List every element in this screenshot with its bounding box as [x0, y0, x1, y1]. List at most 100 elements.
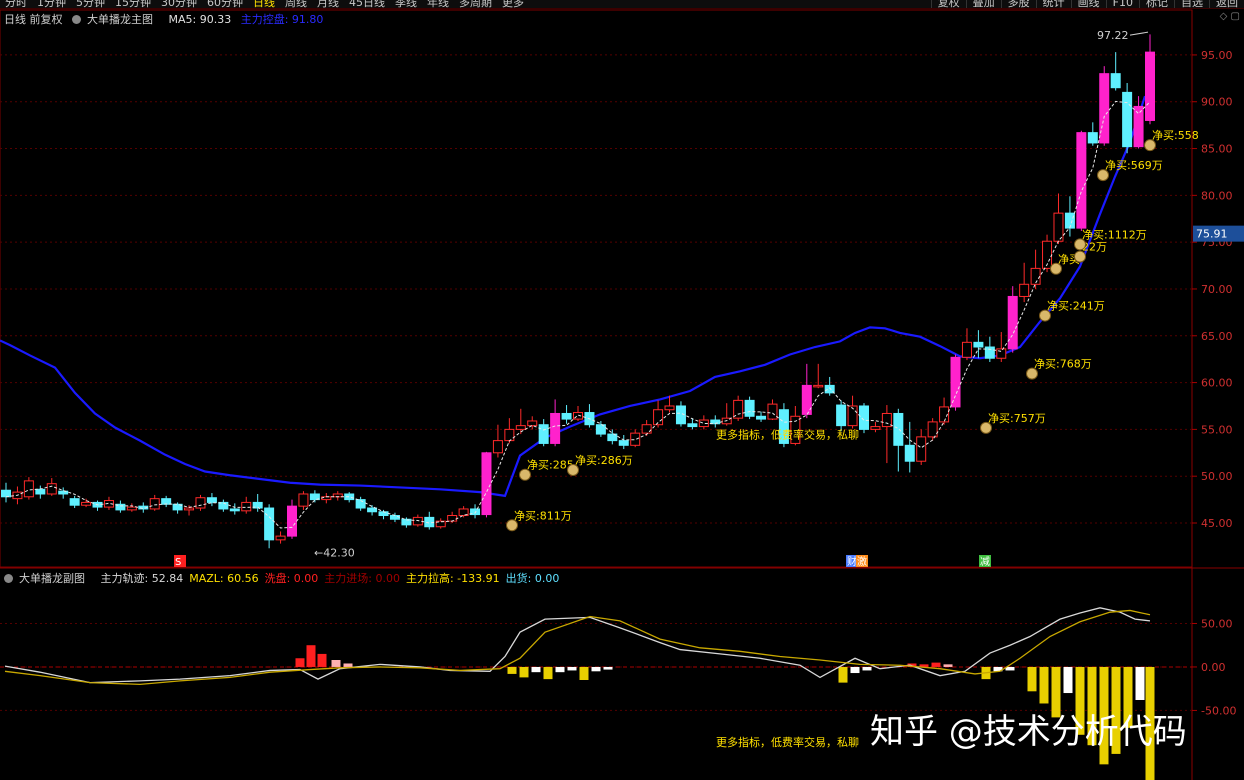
- candle-body: [195, 497, 206, 509]
- sub-histogram-bar: [343, 663, 353, 667]
- candle-body: [229, 508, 240, 512]
- event-marker-label: S: [175, 557, 181, 568]
- sub-indicator-name[interactable]: 大单播龙副图: [4, 572, 91, 585]
- sub-histogram-bar: [1027, 666, 1037, 692]
- low-price-label: ←42.30: [314, 546, 355, 559]
- candle-body: [950, 356, 961, 408]
- adjust-mode-label: 日线 前复权: [4, 13, 63, 26]
- sub-histogram-bar: [943, 664, 953, 667]
- sub-histogram-bar: [531, 666, 541, 673]
- sub-tick-label: -50.00: [1201, 704, 1236, 717]
- chart-canvas[interactable]: 95.0090.0085.0080.0075.0070.0065.0060.00…: [0, 0, 1244, 780]
- net-buy-label: 净买:558: [1152, 128, 1199, 142]
- candle-body: [961, 341, 972, 358]
- restore-icon[interactable]: ▢: [1231, 11, 1240, 22]
- candle-body: [1019, 283, 1030, 297]
- candle-body: [881, 412, 892, 428]
- sub-tick-label: 0.00: [1201, 661, 1226, 674]
- candle-body: [1110, 73, 1121, 89]
- candle-body: [287, 505, 297, 537]
- sub-legend-item: 主力轨迹: 52.84: [100, 572, 184, 585]
- sub-histogram-bar: [1063, 666, 1073, 694]
- sub-legend-item: 洗盘: 0.00: [264, 572, 319, 585]
- candle-body: [492, 440, 503, 454]
- candle-body: [241, 501, 252, 512]
- candle-body: [161, 498, 172, 505]
- sub-series-line: [4, 609, 1151, 685]
- candle-body: [447, 515, 458, 522]
- candle-body: [630, 432, 641, 446]
- candle-body: [23, 480, 34, 498]
- sub-histogram-bar: [603, 666, 613, 670]
- candle-body: [664, 405, 675, 411]
- candle-body: [538, 424, 549, 444]
- net-buy-label: 净买:757万: [988, 411, 1046, 425]
- net-buy-label: 净买:1112万: [1082, 227, 1147, 241]
- sub-histogram-bar: [931, 662, 941, 667]
- candle-body: [184, 507, 195, 511]
- sub-chart-legend: 大单播龙副图 主力轨迹: 52.84 MAZL: 60.56 洗盘: 0.00 主力进…: [4, 570, 571, 586]
- candle-body: [1030, 267, 1041, 285]
- promo-note-main: 更多指标，低费率交易，私聊: [716, 428, 859, 442]
- diamond-icon[interactable]: ◇: [1220, 11, 1228, 22]
- sub-series-line: [4, 607, 1151, 684]
- candle-body: [744, 399, 755, 417]
- sub-legend-items: 主力轨迹: 52.84 MAZL: 60.56 洗盘: 0.00 主力进场: 0.00…: [101, 572, 566, 585]
- candle-body: [996, 348, 1007, 359]
- net-buy-label: 净买:285: [527, 458, 574, 472]
- candle-body: [927, 421, 938, 438]
- current-price-label: 75.91: [1196, 228, 1228, 241]
- candle-body: [1, 489, 11, 498]
- sub-histogram-bar: [567, 666, 577, 671]
- promo-note-sub: 更多指标，低费率交易，私聊: [716, 735, 859, 749]
- candle-body: [813, 384, 824, 388]
- main-tick-label: 70.00: [1201, 283, 1233, 296]
- sub-histogram-bar: [519, 666, 529, 678]
- sub-legend-item: 主力进场: 0.00: [324, 572, 400, 585]
- candle-body: [367, 507, 378, 513]
- candle-body: [481, 452, 492, 516]
- candle-body: [550, 412, 561, 444]
- sub-histogram-bar: [1039, 666, 1049, 704]
- net-buy-label: 净买:241万: [1047, 299, 1105, 313]
- candle-body: [412, 516, 423, 526]
- candle-body: [870, 426, 881, 430]
- sub-tick-label: 50.00: [1201, 617, 1233, 630]
- high-price-label: 97.22: [1097, 29, 1129, 42]
- candle-body: [46, 483, 57, 495]
- candle-body: [1122, 91, 1133, 148]
- candle-body: [206, 497, 217, 503]
- chart-corner-icons[interactable]: ◇ ▢: [1220, 11, 1240, 22]
- main-tick-label: 50.00: [1201, 470, 1233, 483]
- sub-histogram-bar: [862, 666, 872, 671]
- high-price-arrow: [1129, 31, 1149, 36]
- candle-body: [1076, 132, 1087, 229]
- sub-histogram-bar: [850, 666, 860, 674]
- settings-circle-icon[interactable]: [72, 15, 81, 24]
- candle-body: [389, 515, 400, 520]
- candle-body: [893, 412, 904, 446]
- main-tick-label: 45.00: [1201, 517, 1233, 530]
- candle-body: [527, 420, 538, 427]
- main-indicator-name[interactable]: 大单播龙主图: [72, 13, 159, 26]
- main-tick-label: 85.00: [1201, 143, 1233, 156]
- candle-body: [1087, 132, 1098, 144]
- sub-histogram-bar: [591, 666, 601, 672]
- ma-line: [0, 95, 1147, 498]
- candle-body: [618, 440, 629, 446]
- candle-body: [149, 498, 160, 510]
- candle-body: [298, 493, 309, 507]
- event-marker-label: 财: [847, 555, 857, 568]
- sub-histogram-bar: [579, 666, 589, 680]
- sub-legend-item: 主力拉高: -133.91: [405, 572, 500, 585]
- settings-circle-icon[interactable]: [4, 574, 13, 583]
- candle-body: [424, 516, 435, 528]
- candle-body: [836, 404, 847, 427]
- main-tick-label: 65.00: [1201, 330, 1233, 343]
- candle-body: [904, 444, 915, 462]
- candle-body: [1007, 295, 1018, 350]
- candle-body: [275, 535, 286, 541]
- candle-body: [35, 488, 46, 495]
- candle-body: [641, 424, 652, 434]
- main-tick-label: 80.00: [1201, 189, 1233, 202]
